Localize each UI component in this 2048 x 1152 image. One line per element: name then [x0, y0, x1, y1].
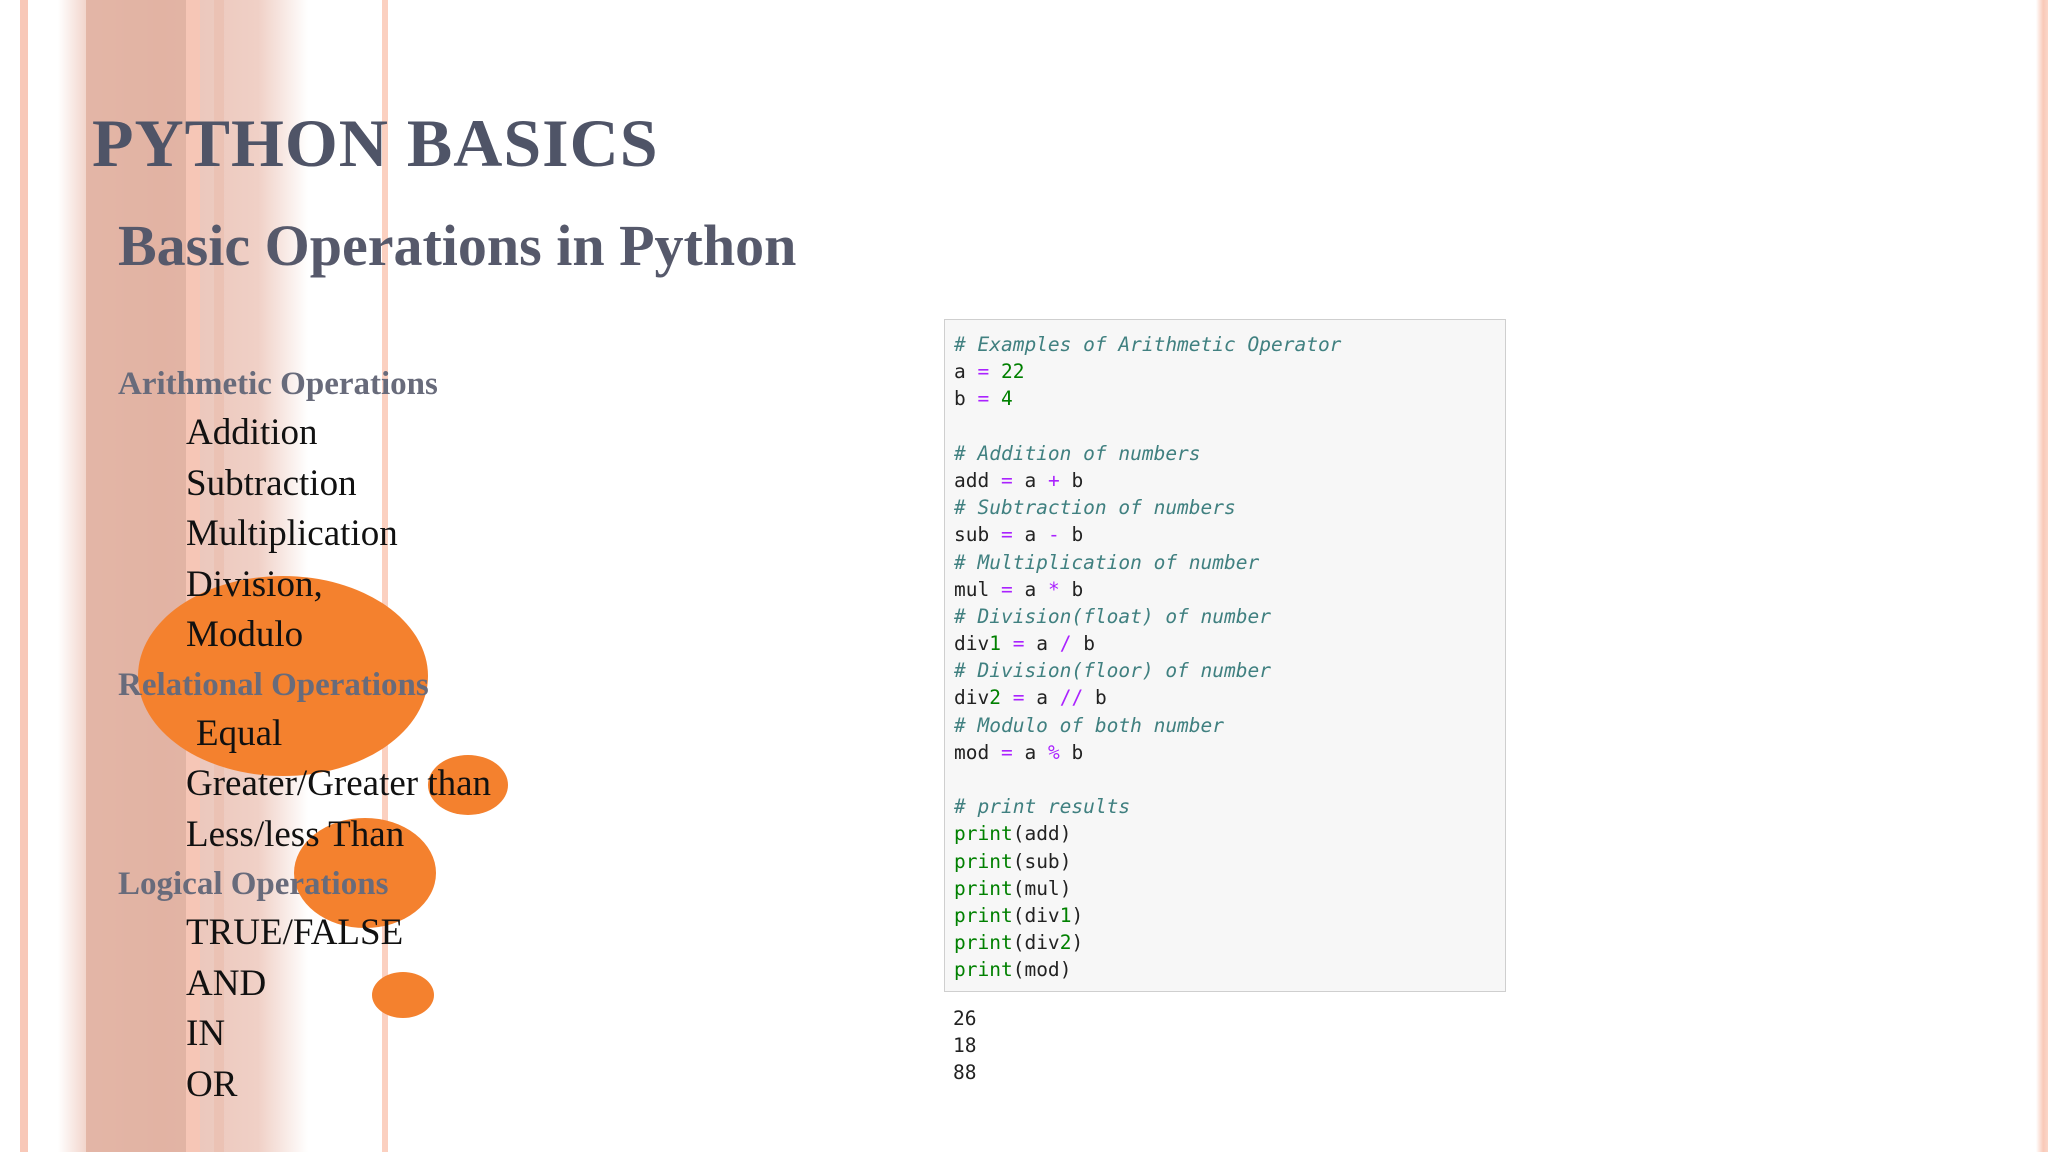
code-line: print(sub): [954, 849, 1072, 873]
code-line: mod = a % b: [954, 740, 1084, 764]
list-item: Division,: [186, 563, 323, 605]
code-line: div1 = a / b: [954, 632, 1095, 656]
code-line: add = a + b: [954, 468, 1084, 492]
decorative-stripe: [20, 0, 28, 1152]
list-item: Equal: [196, 712, 283, 754]
decorative-stripe: [2036, 0, 2048, 1152]
code-line: print(mod): [954, 958, 1072, 982]
section-heading-relational: Relational Operations: [118, 666, 429, 703]
code-line: sub = a - b: [954, 523, 1084, 547]
code-line: print(div2): [954, 931, 1084, 955]
code-line: print(div1): [954, 903, 1084, 927]
output-line: 88: [953, 1061, 977, 1085]
list-item: Greater/Greater than: [186, 763, 492, 804]
list-item: TRUE/FALSE: [186, 912, 404, 953]
list-item: Subtraction: [186, 462, 357, 504]
list-item: Modulo: [186, 614, 304, 655]
list-item: Multiplication: [186, 513, 398, 554]
list-item: AND: [186, 962, 267, 1004]
code-line: a = 22: [954, 360, 1025, 384]
code-output: 26 18 88: [953, 1005, 976, 1087]
list-item: Addition: [186, 412, 318, 453]
code-line: # Division(float) of number: [954, 604, 1271, 628]
code-line: # Examples of Arithmetic Operator: [954, 333, 1342, 356]
slide-title: PYTHON BASICS: [92, 105, 659, 181]
code-snippet: # Examples of Arithmetic Operator a = 22 b…: [944, 319, 1506, 992]
code-line: # Division(floor) of number: [954, 659, 1271, 683]
code-line: print(mul): [954, 876, 1072, 900]
section-heading-logical: Logical Operations: [118, 866, 389, 902]
code-line: # Multiplication of number: [954, 550, 1260, 574]
code-line: # Subtraction of numbers: [954, 496, 1236, 520]
code-line: # print results: [954, 795, 1131, 819]
code-line: div2 = a // b: [954, 686, 1107, 710]
output-line: 18: [953, 1034, 977, 1058]
list-item: IN: [186, 1013, 226, 1054]
list-item: OR: [186, 1063, 238, 1105]
code-line: # Modulo of both number: [954, 713, 1225, 737]
code-line: # Addition of numbers: [954, 441, 1201, 465]
code-line: b = 4: [954, 387, 1013, 411]
operations-outline: Arithmetic Operations Addition Subtracti…: [118, 360, 738, 1110]
slide-subtitle: Basic Operations in Python: [118, 213, 797, 278]
section-heading-arithmetic: Arithmetic Operations: [118, 366, 438, 402]
code-line: print(add): [954, 822, 1072, 846]
output-line: 26: [953, 1007, 977, 1030]
code-line: mul = a * b: [954, 577, 1084, 601]
list-item: Less/less Than: [186, 813, 405, 855]
